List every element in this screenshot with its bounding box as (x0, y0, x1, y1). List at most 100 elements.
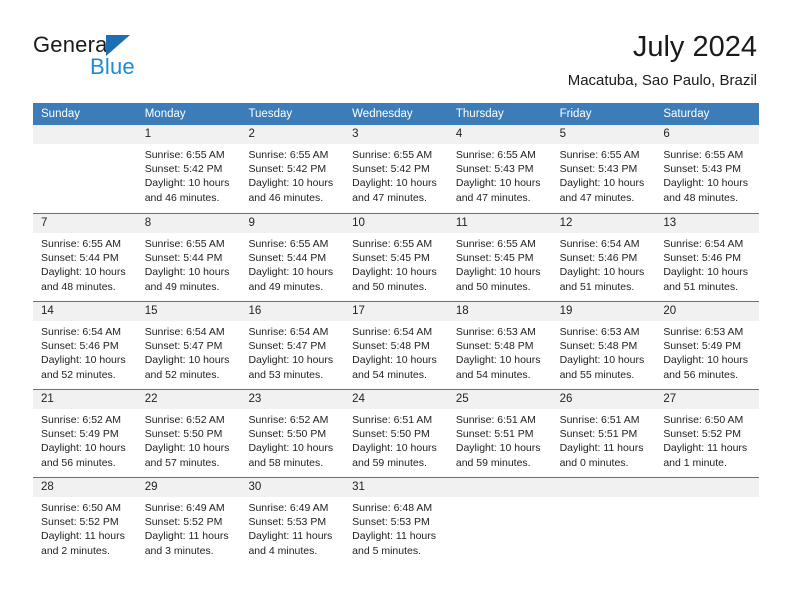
day-details: Sunrise: 6:52 AM Sunset: 5:49 PM Daylight:… (33, 409, 137, 470)
day-cell[interactable]: 22 Sunrise: 6:52 AM Sunset: 5:50 PM Dayligh… (136, 390, 241, 477)
day-details: Sunrise: 6:49 AM Sunset: 5:52 PM Daylight:… (137, 497, 241, 558)
sunset-text: Sunset: 5:48 PM (559, 340, 638, 353)
day-details: Sunrise: 6:53 AM Sunset: 5:48 PM Daylight:… (552, 321, 656, 382)
sunset-text: Sunset: 5:42 PM (248, 163, 327, 176)
day-cell[interactable]: 19 Sunrise: 6:53 AM Sunset: 5:48 PM Dayligh… (551, 302, 656, 389)
sunrise-text: Sunrise: 6:53 AM (559, 326, 640, 338)
page-header: General Blue July 2024 Macatuba, Sao Pau… (0, 0, 792, 100)
daylight-text: Daylight: 10 hours and 56 minutes. (663, 354, 748, 381)
title-block: July 2024 Macatuba, Sao Paulo, Brazil (568, 30, 757, 90)
weekday-header-monday: Monday (144, 108, 186, 120)
day-cell[interactable]: 18 Sunrise: 6:53 AM Sunset: 5:48 PM Dayligh… (447, 302, 552, 389)
sunrise-text: Sunrise: 6:55 AM (352, 238, 433, 250)
sunrise-text: Sunrise: 6:50 AM (41, 502, 121, 514)
day-cell[interactable]: 24 Sunrise: 6:51 AM Sunset: 5:50 PM Dayligh… (344, 390, 448, 477)
sunset-text: Sunset: 5:44 PM (41, 252, 119, 265)
day-cell[interactable]: 31 Sunrise: 6:48 AM Sunset: 5:53 PM Dayligh… (344, 478, 448, 565)
day-cell[interactable]: 5 Sunrise: 6:55 AM Sunset: 5:43 PM Daylight… (551, 125, 656, 213)
daylight-text: Daylight: 10 hours and 58 minutes. (248, 442, 334, 469)
day-number: 7 (33, 214, 137, 233)
day-number: 26 (551, 390, 656, 409)
weekday-header-thursday: Thursday (455, 108, 504, 120)
day-details: Sunrise: 6:50 AM Sunset: 5:52 PM Daylight:… (33, 497, 137, 558)
day-details: Sunrise: 6:55 AM Sunset: 5:42 PM Daylight:… (344, 144, 448, 205)
day-details: Sunrise: 6:51 AM Sunset: 5:51 PM Daylight:… (552, 409, 656, 470)
day-cell[interactable]: 4 Sunrise: 6:55 AM Sunset: 5:43 PM Daylight… (447, 125, 552, 213)
day-details: Sunrise: 6:55 AM Sunset: 5:45 PM Daylight:… (448, 233, 552, 294)
day-number: 5 (551, 125, 656, 144)
daylight-text: Daylight: 10 hours and 52 minutes. (41, 354, 126, 381)
calendar-page: General Blue July 2024 Macatuba, Sao Pau… (0, 0, 792, 612)
day-cell-empty (33, 125, 137, 213)
calendar-grid: Sunday Monday Tuesday Wednesday Thursday… (33, 103, 760, 565)
sunrise-text: Sunrise: 6:55 AM (248, 238, 329, 250)
day-cell[interactable]: 26 Sunrise: 6:51 AM Sunset: 5:51 PM Dayligh… (551, 390, 656, 477)
daylight-text: Daylight: 10 hours and 52 minutes. (144, 354, 230, 381)
day-cell[interactable]: 25 Sunrise: 6:51 AM Sunset: 5:51 PM Dayligh… (447, 390, 552, 477)
sunset-text: Sunset: 5:53 PM (352, 516, 430, 529)
day-number: 18 (447, 302, 552, 321)
weekday-header-sunday: Sunday (41, 108, 81, 120)
day-cell[interactable]: 20 Sunrise: 6:53 AM Sunset: 5:49 PM Dayligh… (655, 302, 760, 389)
sunset-text: Sunset: 5:51 PM (455, 428, 534, 441)
day-details: Sunrise: 6:55 AM Sunset: 5:43 PM Daylight:… (448, 144, 552, 205)
day-details: Sunrise: 6:50 AM Sunset: 5:52 PM Daylight:… (655, 409, 759, 470)
day-details: Sunrise: 6:52 AM Sunset: 5:50 PM Daylight:… (240, 409, 344, 470)
sunset-text: Sunset: 5:44 PM (144, 252, 223, 265)
day-cell[interactable]: 13 Sunrise: 6:54 AM Sunset: 5:46 PM Dayligh… (655, 214, 760, 301)
day-cell[interactable]: 2 Sunrise: 6:55 AM Sunset: 5:42 PM Daylight… (240, 125, 345, 213)
day-cell[interactable]: 9 Sunrise: 6:55 AM Sunset: 5:44 PM Daylight… (240, 214, 345, 301)
day-details: Sunrise: 6:52 AM Sunset: 5:50 PM Daylight:… (137, 409, 241, 470)
day-cell[interactable]: 3 Sunrise: 6:55 AM Sunset: 5:42 PM Daylight… (344, 125, 448, 213)
general-blue-logo: General Blue (33, 32, 213, 80)
day-cell[interactable]: 15 Sunrise: 6:54 AM Sunset: 5:47 PM Dayligh… (136, 302, 241, 389)
sunrise-text: Sunrise: 6:55 AM (455, 149, 536, 161)
day-cell[interactable]: 29 Sunrise: 6:49 AM Sunset: 5:52 PM Dayligh… (136, 478, 241, 565)
day-cell[interactable]: 10 Sunrise: 6:55 AM Sunset: 5:45 PM Dayligh… (344, 214, 448, 301)
day-details: Sunrise: 6:54 AM Sunset: 5:46 PM Daylight:… (655, 233, 759, 294)
day-cell[interactable]: 21 Sunrise: 6:52 AM Sunset: 5:49 PM Dayligh… (33, 390, 137, 477)
calendar-week-row: 7 Sunrise: 6:55 AM Sunset: 5:44 PM Daylight… (33, 213, 760, 301)
daylight-text: Daylight: 10 hours and 54 minutes. (352, 354, 437, 381)
day-cell[interactable]: 12 Sunrise: 6:54 AM Sunset: 5:46 PM Dayligh… (551, 214, 656, 301)
day-cell[interactable]: 23 Sunrise: 6:52 AM Sunset: 5:50 PM Dayligh… (240, 390, 345, 477)
day-cell[interactable]: 6 Sunrise: 6:55 AM Sunset: 5:43 PM Daylight… (655, 125, 760, 213)
day-cell[interactable]: 11 Sunrise: 6:55 AM Sunset: 5:45 PM Dayligh… (447, 214, 552, 301)
day-number: 30 (240, 478, 345, 497)
daylight-text: Daylight: 10 hours and 47 minutes. (559, 177, 645, 204)
logo-text-blue: Blue (90, 54, 135, 79)
day-number: 19 (551, 302, 656, 321)
sunrise-text: Sunrise: 6:55 AM (248, 149, 329, 161)
day-number: 25 (447, 390, 552, 409)
sunrise-text: Sunrise: 6:55 AM (663, 149, 744, 161)
sunrise-text: Sunrise: 6:52 AM (144, 414, 225, 426)
sunrise-text: Sunrise: 6:51 AM (352, 414, 433, 426)
day-number: 29 (136, 478, 241, 497)
day-cell[interactable]: 14 Sunrise: 6:54 AM Sunset: 5:46 PM Dayligh… (33, 302, 137, 389)
daylight-text: Daylight: 10 hours and 53 minutes. (248, 354, 334, 381)
daylight-text: Daylight: 10 hours and 46 minutes. (248, 177, 334, 204)
sunset-text: Sunset: 5:48 PM (455, 340, 534, 353)
day-cell[interactable]: 7 Sunrise: 6:55 AM Sunset: 5:44 PM Daylight… (33, 214, 137, 301)
day-details: Sunrise: 6:55 AM Sunset: 5:44 PM Daylight:… (33, 233, 137, 294)
day-cell[interactable]: 8 Sunrise: 6:55 AM Sunset: 5:44 PM Daylight… (136, 214, 241, 301)
day-number: 9 (240, 214, 345, 233)
daylight-text: Daylight: 10 hours and 57 minutes. (144, 442, 230, 469)
sunset-text: Sunset: 5:45 PM (455, 252, 534, 265)
day-cell[interactable]: 27 Sunrise: 6:50 AM Sunset: 5:52 PM Dayligh… (655, 390, 760, 477)
sunrise-text: Sunrise: 6:54 AM (144, 326, 225, 338)
day-cell[interactable]: 16 Sunrise: 6:54 AM Sunset: 5:47 PM Dayligh… (240, 302, 345, 389)
day-details: Sunrise: 6:49 AM Sunset: 5:53 PM Daylight:… (240, 497, 344, 558)
day-cell[interactable]: 17 Sunrise: 6:54 AM Sunset: 5:48 PM Dayligh… (344, 302, 448, 389)
calendar-week-row: 28 Sunrise: 6:50 AM Sunset: 5:52 PM Dayligh… (33, 477, 760, 565)
day-number (551, 478, 656, 497)
day-cell[interactable]: 28 Sunrise: 6:50 AM Sunset: 5:52 PM Dayligh… (33, 478, 137, 565)
sunset-text: Sunset: 5:50 PM (144, 428, 223, 441)
day-cell[interactable]: 1 Sunrise: 6:55 AM Sunset: 5:42 PM Daylight… (136, 125, 241, 213)
sunset-text: Sunset: 5:44 PM (248, 252, 327, 265)
day-cell[interactable]: 30 Sunrise: 6:49 AM Sunset: 5:53 PM Dayligh… (240, 478, 345, 565)
calendar-week-row: 1 Sunrise: 6:55 AM Sunset: 5:42 PM Daylight… (33, 125, 760, 213)
sunrise-text: Sunrise: 6:55 AM (352, 149, 433, 161)
daylight-text: Daylight: 11 hours and 4 minutes. (248, 530, 333, 557)
day-details: Sunrise: 6:53 AM Sunset: 5:48 PM Daylight:… (448, 321, 552, 382)
